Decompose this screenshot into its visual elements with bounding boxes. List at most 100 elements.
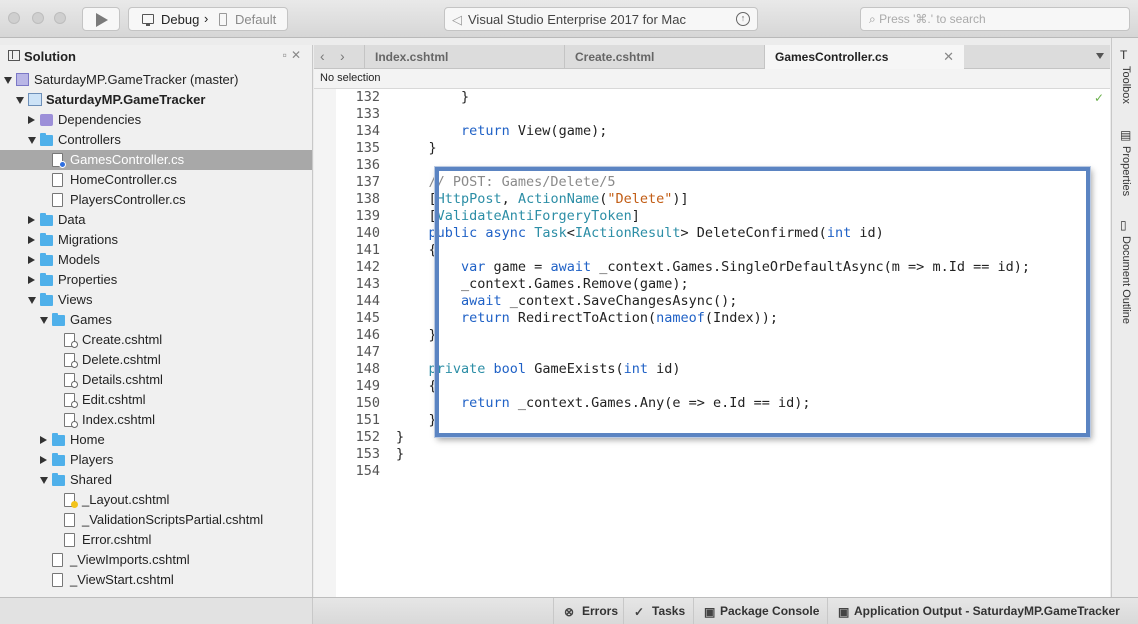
folder-icon [40, 213, 53, 226]
code-token: _context.Games.Remove(game); [396, 276, 689, 292]
run-button[interactable] [82, 7, 120, 31]
chevron-down-icon[interactable] [28, 137, 36, 144]
folder-icon [40, 273, 53, 286]
tree-item[interactable]: Controllers [0, 130, 312, 150]
configuration-selector[interactable]: Debug › Default [128, 7, 288, 31]
tree-item-label: Index.cshtml [82, 412, 155, 427]
code-text: await _context.SaveChangesAsync(); [396, 293, 737, 310]
code-token: } [396, 446, 405, 462]
tree-item[interactable]: Properties [0, 270, 312, 290]
chevron-right-icon[interactable] [28, 276, 35, 284]
code-editor[interactable]: 132 } 133 134 return View(game); 135 } 136 13… [314, 89, 1110, 597]
tree-item[interactable]: Shared [0, 470, 312, 490]
status-badge-icon [71, 341, 78, 348]
search-input[interactable] [879, 12, 1120, 26]
chevron-right-icon[interactable] [40, 456, 47, 464]
tree-item-label: _ViewImports.cshtml [70, 552, 190, 567]
close-window-button[interactable] [8, 12, 20, 24]
tasks-pad-button[interactable]: ✓ Tasks [623, 598, 693, 624]
chevron-down-icon[interactable] [40, 317, 48, 324]
tree-item[interactable]: GamesController.cs [0, 150, 312, 170]
code-token: // POST: Games/Delete/5 [396, 174, 616, 190]
tree-item[interactable]: Create.cshtml [0, 330, 312, 350]
code-token: IActionResult [574, 225, 681, 241]
tree-item-label: Views [58, 292, 93, 307]
tree-item[interactable]: Edit.cshtml [0, 390, 312, 410]
code-token: await [550, 259, 592, 275]
code-token: _context.Games.SingleOrDefaultAsync(m =>… [591, 259, 1030, 275]
tab-gamescontroller-cs[interactable]: GamesController.cs ✕ [764, 45, 964, 69]
tree-item[interactable]: Data [0, 210, 312, 230]
tree-item[interactable]: PlayersController.cs [0, 190, 312, 210]
chevron-right-icon[interactable] [40, 436, 47, 444]
tree-item[interactable]: Index.cshtml [0, 410, 312, 430]
chevron-down-icon[interactable] [16, 97, 24, 104]
forward-icon[interactable]: › [340, 48, 354, 64]
update-icon[interactable]: ↑ [736, 12, 750, 26]
tree-item[interactable]: Error.cshtml [0, 530, 312, 550]
code-text: _context.Games.Remove(game); [396, 276, 689, 293]
code-token: Task [534, 225, 567, 241]
tree-item[interactable]: SaturdayMP.GameTracker [0, 90, 312, 110]
pad-close-icon[interactable]: ✕ [291, 48, 305, 62]
tree-item[interactable]: Players [0, 450, 312, 470]
tree-item[interactable]: _ValidationScriptsPartial.cshtml [0, 510, 312, 530]
tree-item[interactable]: Games [0, 310, 312, 330]
chevron-right-icon[interactable] [28, 236, 35, 244]
folder-icon [40, 253, 53, 266]
tab-list-chevron-down-icon[interactable] [1096, 53, 1104, 59]
chevron-down-icon[interactable] [40, 477, 48, 484]
chevron-right-icon[interactable] [28, 256, 35, 264]
errors-pad-button[interactable]: ⊗ Errors [553, 598, 623, 624]
tab-close-icon[interactable]: ✕ [943, 49, 954, 65]
tree-item-label: Dependencies [58, 112, 142, 127]
tree-item-label: Create.cshtml [82, 332, 163, 347]
file-icon [52, 173, 63, 187]
chevron-down-icon[interactable] [4, 77, 12, 84]
code-token: { [396, 378, 437, 394]
folder-icon [52, 473, 65, 486]
zoom-window-button[interactable] [54, 12, 66, 24]
code-text: return _context.Games.Any(e => e.Id == i… [396, 395, 811, 412]
tree-item[interactable]: Home [0, 430, 312, 450]
code-text: } [396, 446, 404, 463]
target-label: Default [235, 12, 277, 27]
tree-item[interactable]: _ViewImports.cshtml [0, 550, 312, 570]
tree-item[interactable]: Views [0, 290, 312, 310]
tree-item[interactable]: _Layout.cshtml [0, 490, 312, 510]
tree-item[interactable]: Delete.cshtml [0, 350, 312, 370]
path-bar[interactable]: No selection [314, 69, 1110, 89]
tree-item-label: Edit.cshtml [82, 392, 146, 407]
tree-item[interactable]: _ViewStart.cshtml [0, 570, 312, 590]
application-output-button[interactable]: ▣ Application Output - SaturdayMP.GameTr… [827, 598, 1138, 624]
tree-item-label: Games [70, 312, 112, 327]
minimize-window-button[interactable] [32, 12, 44, 24]
dependencies-icon [40, 114, 53, 126]
tree-item[interactable]: SaturdayMP.GameTracker (master) [0, 70, 312, 90]
code-token: id) [648, 361, 681, 377]
code-text: { [396, 242, 437, 259]
tab-create-cshtml[interactable]: Create.cshtml [564, 45, 764, 69]
tree-item[interactable]: Models [0, 250, 312, 270]
code-token: > DeleteConfirmed( [680, 225, 827, 241]
error-icon: ⊗ [564, 605, 575, 619]
console-icon: ▣ [704, 605, 716, 619]
tree-item[interactable]: HomeController.cs [0, 170, 312, 190]
tab-index-cshtml[interactable]: Index.cshtml [364, 45, 564, 69]
chevron-down-icon[interactable] [28, 297, 36, 304]
tree-item[interactable]: Migrations [0, 230, 312, 250]
monitor-icon [142, 14, 154, 26]
play-icon [96, 13, 108, 27]
back-icon[interactable]: ‹ [320, 48, 334, 64]
folder-icon [40, 133, 53, 146]
chevron-right-icon[interactable] [28, 116, 35, 124]
tree-item[interactable]: Dependencies [0, 110, 312, 130]
code-token: ActionName [517, 191, 600, 207]
folder-icon [52, 433, 65, 446]
package-console-button[interactable]: ▣ Package Console [693, 598, 827, 624]
tree-item[interactable]: Details.cshtml [0, 370, 312, 390]
search-field[interactable]: ⌕ [860, 7, 1130, 31]
chevron-right-icon[interactable] [28, 216, 35, 224]
code-text: { [396, 378, 437, 395]
pad-dock-icon[interactable]: ▫ [283, 48, 291, 62]
